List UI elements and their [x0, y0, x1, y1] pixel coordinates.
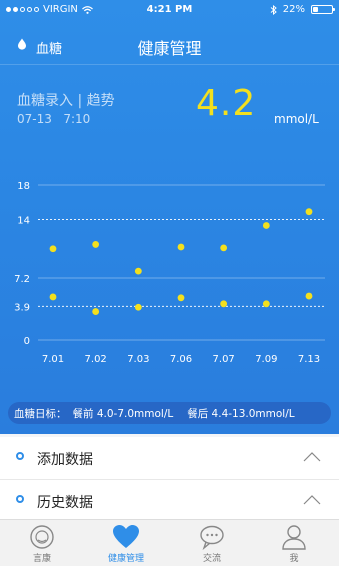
history-data-label: 历史数据: [37, 495, 93, 511]
data-point: [49, 245, 57, 253]
add-data-row[interactable]: 添加数据: [0, 437, 339, 480]
top-panel: VIRGIN 4:21 PM 22% 血糖 健康管理 血糖录入 | 趋势 07-…: [0, 0, 339, 434]
reading-time: 7:10: [63, 112, 91, 126]
x-tick-label: 7.07: [213, 354, 235, 365]
glucose-unit: mmol/L: [274, 112, 319, 126]
history-data-row[interactable]: 历史数据: [0, 480, 339, 523]
y-tick-label: 14: [17, 215, 30, 226]
y-tick-label: 7.2: [14, 274, 30, 285]
reading-datetime: 07-13 7:10: [17, 112, 90, 126]
x-tick-label: 7.09: [255, 354, 277, 365]
heart-icon: [113, 525, 139, 548]
x-tick-label: 7.13: [298, 354, 320, 365]
chevron-up-icon[interactable]: [303, 494, 321, 506]
y-tick-label: 3.9: [14, 302, 30, 313]
bullet-icon: [16, 452, 24, 460]
header-divider: [0, 64, 339, 65]
tab-chat[interactable]: 交流: [170, 524, 254, 564]
reading-date: 07-13: [17, 112, 52, 126]
x-tick-label: 7.02: [85, 354, 107, 365]
chevron-up-icon[interactable]: [303, 451, 321, 463]
chat-icon: [200, 525, 224, 550]
status-bar: VIRGIN 4:21 PM 22%: [0, 0, 339, 20]
data-point: [262, 300, 270, 308]
tab-chat-label: 交流: [202, 554, 221, 564]
add-data-label: 添加数据: [37, 452, 93, 468]
target-range-bar: 血糖日标： 餐前 4.0-7.0mmol/L 餐后 4.4-13.0mmol/L: [8, 402, 331, 424]
data-point: [134, 267, 142, 275]
battery-icon: [311, 5, 335, 14]
y-tick-label: 0: [24, 336, 30, 347]
bluetooth-icon: [270, 4, 277, 15]
data-point: [92, 308, 100, 315]
tab-bar: 言康 健康管理 交流 我: [0, 519, 339, 566]
data-point: [177, 294, 185, 302]
data-point: [305, 208, 313, 216]
glucose-value: 4.2: [196, 83, 257, 124]
battery-percent: 22%: [282, 4, 305, 15]
app-header: 血糖 健康管理: [0, 28, 339, 64]
data-point: [262, 222, 270, 229]
smile-icon: [30, 525, 54, 549]
user-icon: [282, 525, 306, 550]
data-point: [49, 293, 57, 301]
tab-me[interactable]: 我: [252, 524, 336, 564]
tab-health[interactable]: 健康管理: [84, 524, 168, 564]
x-tick-label: 7.03: [127, 354, 149, 365]
tab-home[interactable]: 言康: [0, 524, 84, 564]
before-meal-range: 餐前 4.0-7.0mmol/L: [72, 407, 174, 420]
tab-home-label: 言康: [32, 554, 51, 564]
data-point: [305, 292, 313, 300]
x-tick-label: 7.01: [42, 354, 64, 365]
data-point: [220, 300, 228, 308]
tab-me-label: 我: [289, 554, 299, 564]
page-title: 健康管理: [137, 39, 202, 58]
x-tick-label: 7.06: [170, 354, 192, 365]
data-point: [134, 303, 142, 311]
glucose-chart: 0 3.9 7.2 14 18 7.01 7.02 7.03 7.06 7.07 7.09 7.13: [14, 181, 325, 365]
data-point: [177, 243, 185, 251]
data-point: [220, 244, 228, 252]
data-point: [92, 241, 100, 248]
tab-health-label: 健康管理: [107, 554, 144, 564]
y-tick-label: 18: [17, 181, 30, 192]
target-label: 血糖日标：: [14, 407, 67, 420]
entry-trend-label[interactable]: 血糖录入 | 趋势: [17, 90, 115, 110]
after-meal-range: 餐后 4.4-13.0mmol/L: [187, 407, 295, 420]
bullet-icon: [16, 495, 24, 503]
status-right: 22%: [270, 4, 335, 15]
